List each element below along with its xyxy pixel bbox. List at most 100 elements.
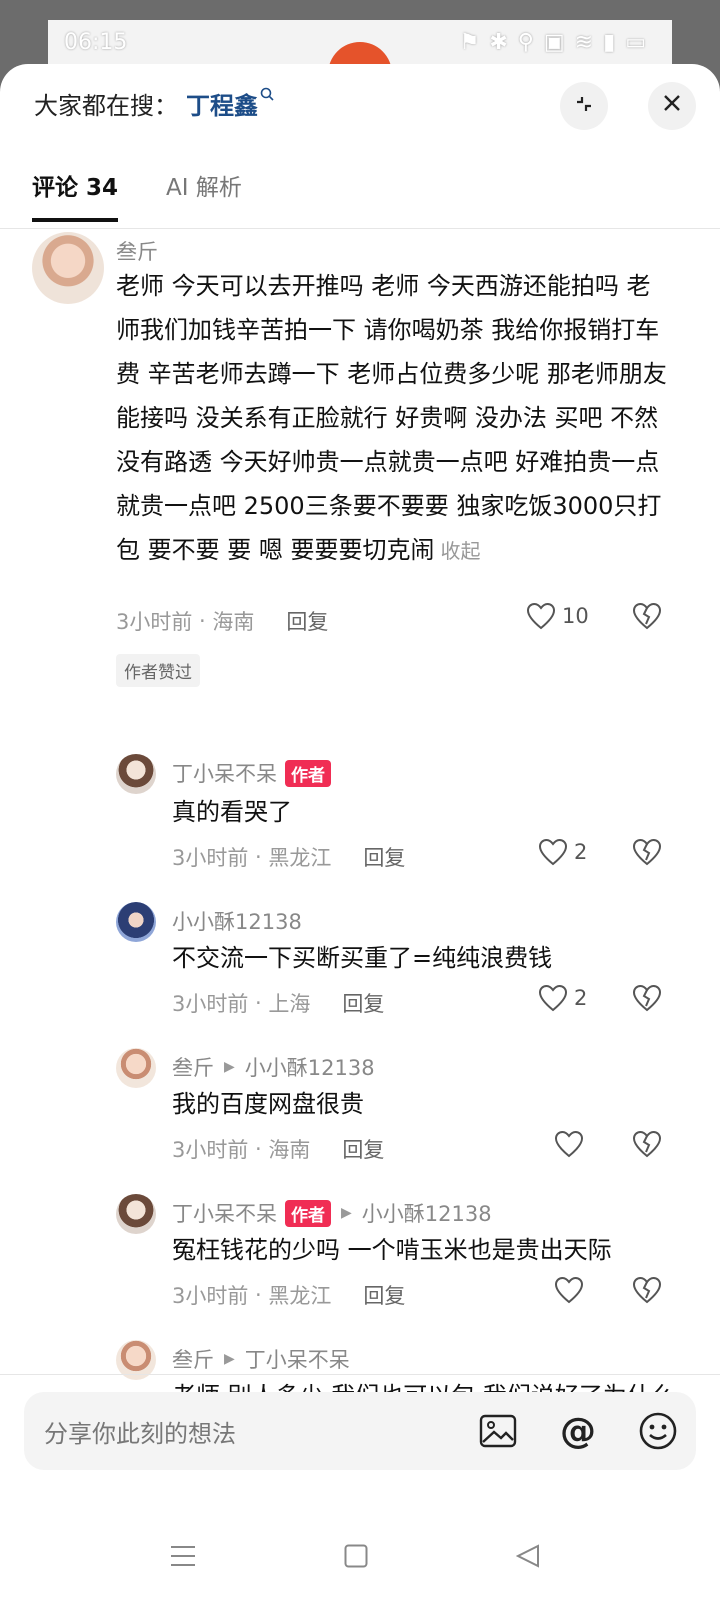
reply-button[interactable]: 回复 xyxy=(342,988,384,1018)
status-time: 06:15 xyxy=(64,29,128,55)
back-triangle-icon xyxy=(515,1544,539,1568)
avatar[interactable] xyxy=(116,754,156,794)
dislike-button[interactable] xyxy=(632,984,662,1016)
image-icon xyxy=(479,1414,517,1448)
reply-nickname[interactable]: 丁小呆不呆 作者 xyxy=(172,758,331,788)
reply-button[interactable]: 回复 xyxy=(286,606,328,636)
menu-nav-button[interactable] xyxy=(170,1544,196,1572)
broken-heart-icon xyxy=(632,838,662,866)
home-nav-button[interactable] xyxy=(344,1544,368,1572)
close-icon xyxy=(661,91,683,121)
like-count: 2 xyxy=(574,840,588,864)
meta-separator: · xyxy=(248,991,269,1015)
broken-heart-icon xyxy=(632,1276,662,1304)
like-count: 2 xyxy=(574,986,588,1010)
comment-location: 海南 xyxy=(212,610,255,634)
reply-text[interactable]: 真的看哭了 xyxy=(172,790,672,834)
dislike-button[interactable] xyxy=(632,1130,662,1162)
collapse-icon xyxy=(571,91,597,121)
comment-body: 老师 今天可以去开推吗 老师 今天西游还能拍吗 老师我们加钱辛苦拍一下 请你喝奶… xyxy=(116,272,667,564)
comment-nickname[interactable]: 叁斤 xyxy=(116,236,158,266)
reply-meta: 3小时前 · 黑龙江 回复 xyxy=(172,1280,405,1310)
dislike-button[interactable] xyxy=(632,602,662,634)
reply-arrow-icon: ▶ xyxy=(224,1351,235,1367)
meta-separator: · xyxy=(248,1137,269,1161)
nickname-text: 小小酥12138 xyxy=(172,910,302,934)
comments-sheet: 大家都在搜： 丁程鑫 评论 34 AI 解析 叁斤 老师 今天可以去开推吗 老师… xyxy=(0,64,720,1612)
comment-time: 3小时前 xyxy=(172,992,249,1016)
reply-nickname[interactable]: 丁小呆不呆 作者 ▶ 小小酥12138 xyxy=(172,1198,492,1228)
like-button[interactable] xyxy=(554,1130,584,1158)
tab-comments[interactable]: 评论 34 xyxy=(32,168,119,222)
nickname-text: 叁斤 xyxy=(172,1348,214,1372)
broken-heart-icon xyxy=(632,602,662,630)
reply-text[interactable]: 我的百度网盘很贵 xyxy=(172,1082,672,1126)
reply-button[interactable]: 回复 xyxy=(342,1134,384,1164)
comment-location: 海南 xyxy=(268,1138,311,1162)
reply-nickname[interactable]: 叁斤 ▶ 丁小呆不呆 xyxy=(172,1344,350,1374)
reply-nickname[interactable]: 小小酥12138 xyxy=(172,906,302,936)
comment-location: 黑龙江 xyxy=(268,1284,332,1308)
author-badge: 作者 xyxy=(285,759,331,787)
comment-time: 3小时前 xyxy=(172,1138,249,1162)
author-badge: 作者 xyxy=(285,1199,331,1227)
reply-nickname[interactable]: 叁斤 ▶ 小小酥12138 xyxy=(172,1052,375,1082)
heart-icon xyxy=(538,838,568,866)
back-nav-button[interactable] xyxy=(515,1544,540,1572)
like-button[interactable]: 2 xyxy=(538,838,587,866)
home-square-icon xyxy=(344,1544,368,1568)
reply-to-nickname[interactable]: 小小酥12138 xyxy=(245,1052,375,1082)
comment-input-placeholder: 分享你此刻的想法 xyxy=(44,1419,236,1448)
mention-button[interactable]: @ xyxy=(556,1409,600,1453)
reply-to-nickname[interactable]: 小小酥12138 xyxy=(362,1198,492,1228)
tab-ai-analysis[interactable]: AI 解析 xyxy=(166,168,242,222)
comment-time: 3小时前 xyxy=(172,846,249,870)
like-button[interactable]: 2 xyxy=(538,984,587,1012)
comment-time: 3小时前 xyxy=(116,610,193,634)
meta-separator: · xyxy=(248,845,269,869)
avatar[interactable] xyxy=(32,232,104,304)
image-button[interactable] xyxy=(476,1409,520,1453)
reply-button[interactable]: 回复 xyxy=(363,842,405,872)
like-button[interactable]: 10 xyxy=(526,602,589,630)
trending-search[interactable]: 大家都在搜： 丁程鑫 xyxy=(34,86,274,121)
comment-meta: 3小时前 · 海南 回复 xyxy=(116,606,328,636)
at-icon: @ xyxy=(560,1410,596,1452)
reply-to-nickname[interactable]: 丁小呆不呆 xyxy=(245,1344,350,1374)
reply-arrow-icon: ▶ xyxy=(224,1059,235,1075)
reply-meta: 3小时前 · 海南 回复 xyxy=(172,1134,384,1164)
trending-search-prefix: 大家都在搜： xyxy=(34,92,178,120)
input-divider xyxy=(0,1374,720,1375)
heart-icon xyxy=(554,1276,584,1304)
author-liked-tag: 作者赞过 xyxy=(116,654,200,687)
comment-input[interactable]: 分享你此刻的想法 @ xyxy=(24,1392,696,1470)
comment-text[interactable]: 老师 今天可以去开推吗 老师 今天西游还能拍吗 老师我们加钱辛苦拍一下 请你喝奶… xyxy=(116,264,672,573)
dislike-button[interactable] xyxy=(632,1276,662,1308)
reply-text[interactable]: 冤枉钱花的少吗 一个啃玉米也是贵出天际 xyxy=(172,1228,692,1272)
meta-separator: · xyxy=(248,1283,269,1307)
avatar[interactable] xyxy=(116,1048,156,1088)
search-icon xyxy=(260,87,274,105)
like-button[interactable] xyxy=(554,1276,584,1304)
heart-icon xyxy=(526,602,556,630)
heart-icon xyxy=(538,984,568,1012)
collapse-button[interactable] xyxy=(560,82,608,130)
nickname-text: 丁小呆不呆 xyxy=(172,762,277,786)
status-icons: ⚑✱⚲▣≋▮▭ xyxy=(459,29,656,55)
reply-text[interactable]: 不交流一下买断买重了=纯纯浪费钱 xyxy=(172,936,672,980)
avatar[interactable] xyxy=(116,1194,156,1234)
broken-heart-icon xyxy=(632,1130,662,1158)
heart-icon xyxy=(554,1130,584,1158)
comment-location: 黑龙江 xyxy=(268,846,332,870)
close-button[interactable] xyxy=(648,82,696,130)
reply-button[interactable]: 回复 xyxy=(363,1280,405,1310)
reply-meta: 3小时前 · 黑龙江 回复 xyxy=(172,842,405,872)
trending-search-keyword[interactable]: 丁程鑫 xyxy=(186,86,258,121)
like-count: 10 xyxy=(562,604,589,628)
avatar[interactable] xyxy=(116,902,156,942)
comment-list[interactable]: 叁斤 老师 今天可以去开推吗 老师 今天西游还能拍吗 老师我们加钱辛苦拍一下 请… xyxy=(0,228,720,1476)
nickname-text: 叁斤 xyxy=(116,240,158,264)
fold-link[interactable]: 收起 xyxy=(441,539,481,563)
emoji-button[interactable] xyxy=(636,1409,680,1453)
dislike-button[interactable] xyxy=(632,838,662,870)
